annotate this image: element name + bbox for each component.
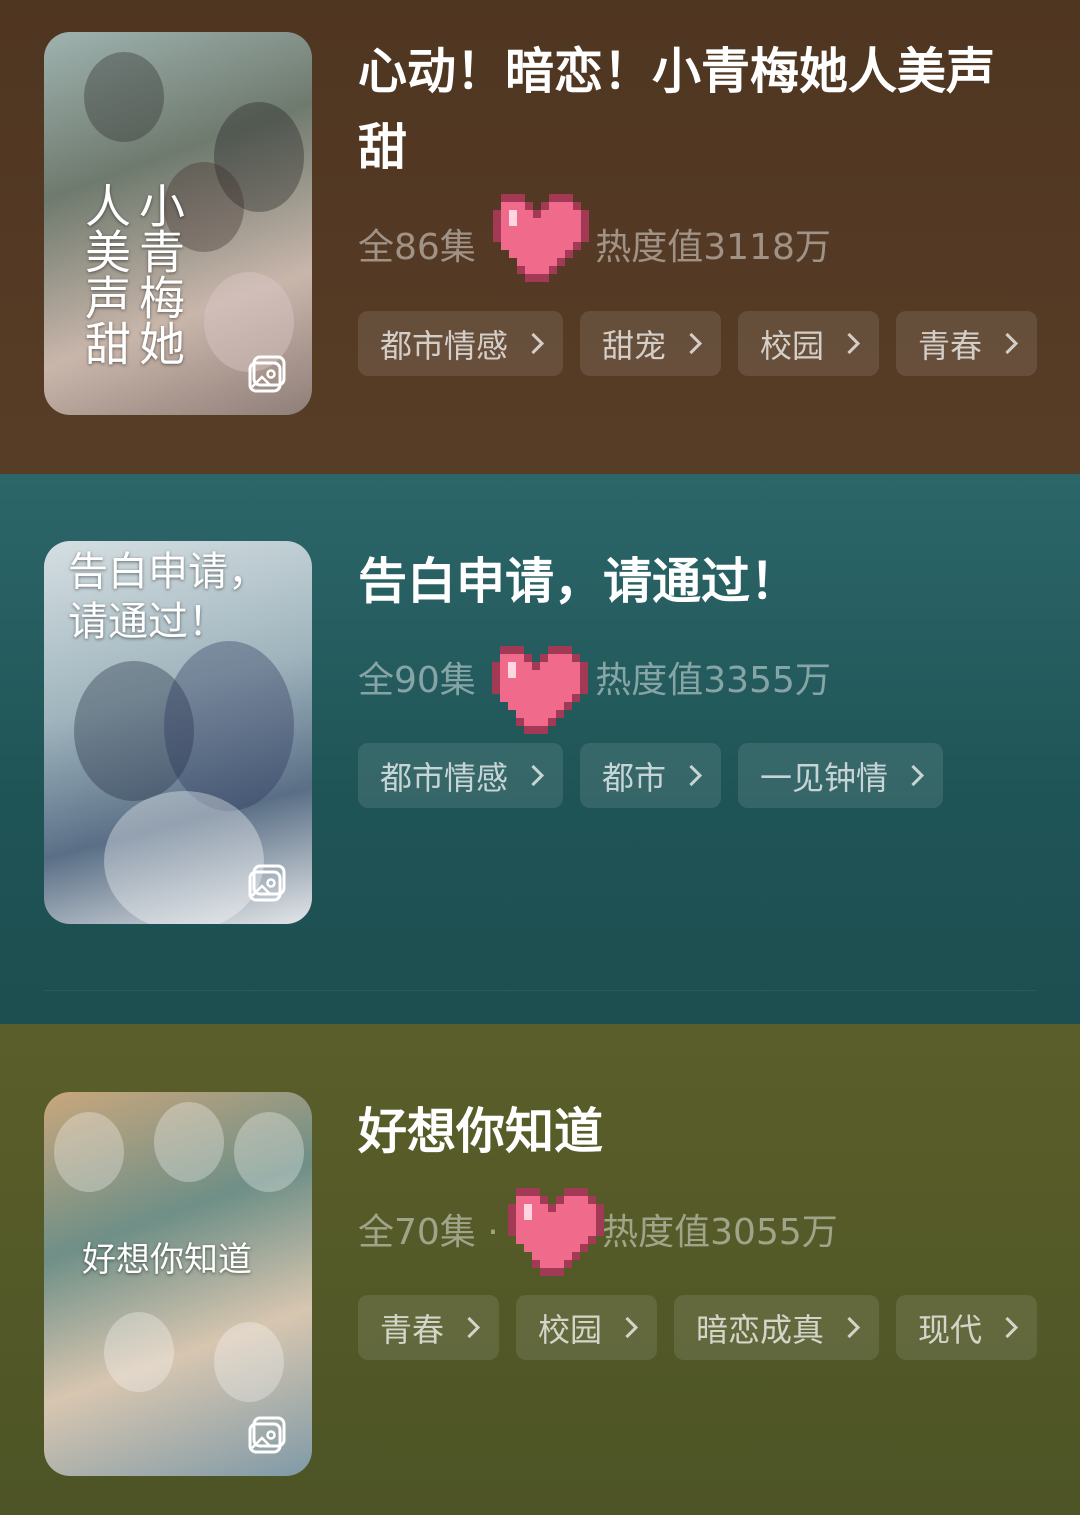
chevron-right-icon bbox=[838, 332, 861, 355]
tag-list: 都市情感 甜宠 校园 青春 bbox=[358, 311, 1038, 376]
tag-label: 青春 bbox=[380, 1310, 445, 1349]
tag-list: 青春 校园 暗恋成真 现代 bbox=[358, 1295, 1038, 1360]
chevron-right-icon bbox=[996, 1316, 1019, 1339]
image-icon[interactable] bbox=[248, 1416, 288, 1454]
heat-value: 热度值3355万 bbox=[595, 660, 831, 701]
poster-title: 好想你知道 bbox=[82, 1240, 252, 1280]
chevron-right-icon bbox=[996, 332, 1019, 355]
drama-card-1[interactable]: 小青梅她人美声甜 心动！暗恋！小青梅她人美声甜 全86集 热度值3118万 都市… bbox=[0, 0, 1080, 474]
tag-chip[interactable]: 都市情感 bbox=[358, 743, 564, 808]
image-icon[interactable] bbox=[248, 355, 288, 393]
poster-figure bbox=[234, 1112, 304, 1192]
tag-chip[interactable]: 校园 bbox=[738, 311, 880, 376]
pixel-heart-icon bbox=[493, 194, 589, 282]
poster-title: 告白申请，请通过！ bbox=[68, 549, 268, 645]
tag-chip[interactable]: 甜宠 bbox=[580, 311, 722, 376]
tag-label: 甜宠 bbox=[602, 326, 667, 365]
tag-chip[interactable]: 现代 bbox=[896, 1295, 1038, 1360]
tag-label: 都市情感 bbox=[380, 758, 509, 797]
tag-label: 暗恋成真 bbox=[696, 1310, 825, 1349]
heat-value: 热度值3055万 bbox=[602, 1212, 838, 1253]
chevron-right-icon bbox=[616, 1316, 639, 1339]
tag-chip[interactable]: 都市情感 bbox=[358, 311, 564, 376]
tag-chip[interactable]: 青春 bbox=[896, 311, 1038, 376]
pixel-heart-icon bbox=[508, 1188, 604, 1276]
tag-chip[interactable]: 暗恋成真 bbox=[674, 1295, 880, 1360]
tag-chip[interactable]: 一见钟情 bbox=[738, 743, 944, 808]
chevron-right-icon bbox=[838, 1316, 861, 1339]
tag-label: 现代 bbox=[918, 1310, 983, 1349]
chevron-right-icon bbox=[680, 332, 703, 355]
drama-poster[interactable]: 小青梅她人美声甜 bbox=[44, 32, 312, 415]
poster-figure bbox=[104, 1312, 174, 1392]
pixel-heart-icon bbox=[492, 646, 588, 734]
episode-count: 全86集 bbox=[358, 227, 476, 268]
tag-chip[interactable]: 都市 bbox=[580, 743, 722, 808]
poster-figure bbox=[84, 52, 164, 142]
poster-figure bbox=[164, 641, 294, 811]
tag-label: 都市 bbox=[602, 758, 667, 797]
image-icon[interactable] bbox=[248, 864, 288, 902]
chevron-right-icon bbox=[680, 764, 703, 787]
tag-chip[interactable]: 青春 bbox=[358, 1295, 500, 1360]
poster-figure bbox=[54, 1112, 124, 1192]
poster-figure bbox=[154, 1102, 224, 1182]
tag-list: 都市情感 都市 一见钟情 bbox=[358, 743, 944, 808]
tag-label: 校园 bbox=[538, 1310, 603, 1349]
drama-card-2[interactable]: 告白申请，请通过！ 告白申请，请通过！ 全90集 热度值3355万 都市情感 都… bbox=[0, 474, 1080, 1024]
drama-title[interactable]: 告白申请，请通过！ bbox=[358, 544, 1028, 620]
chevron-right-icon bbox=[522, 764, 545, 787]
drama-meta: 全86集 热度值3118万 bbox=[358, 218, 843, 270]
drama-meta: 全90集 热度值3355万 bbox=[358, 651, 843, 703]
tag-label: 都市情感 bbox=[380, 326, 509, 365]
divider bbox=[44, 990, 1036, 991]
chevron-right-icon bbox=[902, 764, 925, 787]
poster-title: 小青梅她人美声甜 bbox=[78, 182, 186, 366]
drama-card-3[interactable]: 好想你知道 好想你知道 全70集 · 热度值3055万 青春 校园 暗恋成真 现… bbox=[0, 1024, 1080, 1515]
chevron-right-icon bbox=[522, 332, 545, 355]
chevron-right-icon bbox=[458, 1316, 481, 1339]
drama-title[interactable]: 好想你知道 bbox=[358, 1094, 1028, 1170]
tag-label: 校园 bbox=[760, 326, 825, 365]
tag-label: 青春 bbox=[918, 326, 983, 365]
drama-poster[interactable]: 好想你知道 bbox=[44, 1092, 312, 1476]
tag-label: 一见钟情 bbox=[760, 758, 889, 797]
episode-count: 全90集 bbox=[358, 660, 476, 701]
episode-count: 全70集 · bbox=[358, 1212, 499, 1253]
heat-value: 热度值3118万 bbox=[595, 227, 831, 268]
tag-chip[interactable]: 校园 bbox=[516, 1295, 658, 1360]
poster-figure bbox=[104, 791, 264, 924]
drama-poster[interactable]: 告白申请，请通过！ bbox=[44, 541, 312, 924]
poster-figure bbox=[214, 1322, 284, 1402]
drama-title[interactable]: 心动！暗恋！小青梅她人美声甜 bbox=[358, 34, 1028, 186]
